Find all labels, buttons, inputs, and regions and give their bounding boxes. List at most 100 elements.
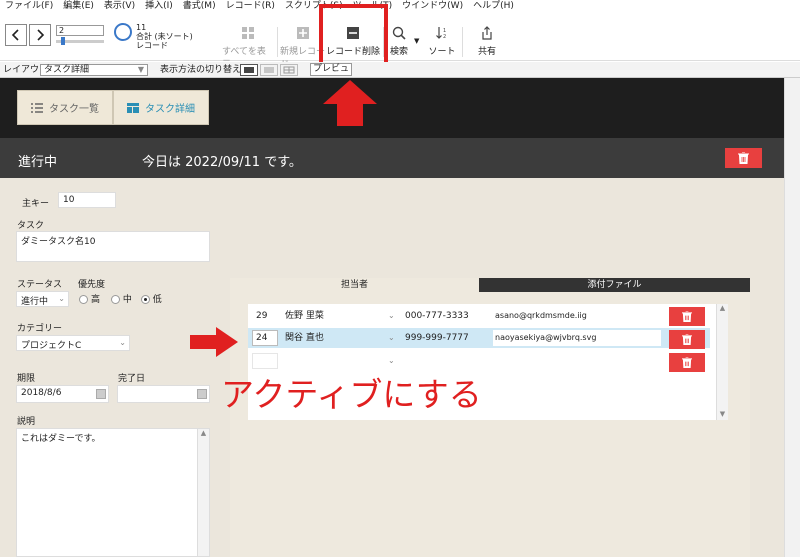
category-dropdown[interactable]: プロジェクトC ⌄	[16, 335, 130, 351]
calendar-icon[interactable]	[197, 389, 207, 399]
assignee-phone[interactable]: 999-999-7777	[405, 328, 469, 348]
menu-format[interactable]: 書式(M)	[178, 0, 221, 13]
tab-attachment[interactable]: 添付ファイル	[479, 278, 750, 292]
priority-low-label: 低	[152, 295, 162, 305]
svg-text:2: 2	[443, 34, 446, 40]
due-date-label: 期限	[17, 374, 36, 384]
trash-icon	[682, 334, 692, 345]
record-sort-status: 合計 (未ソート)	[136, 32, 193, 41]
done-date-field[interactable]	[117, 385, 210, 403]
delete-row-button[interactable]	[669, 330, 705, 349]
window-scrollbar[interactable]	[784, 78, 800, 557]
due-date-value: 2018/8/6	[21, 388, 62, 398]
task-field[interactable]: ダミータスク名10	[16, 231, 210, 262]
assignee-id[interactable]: 29	[256, 306, 267, 326]
assignee-phone[interactable]: 000-777-3333	[405, 306, 469, 326]
assignee-id[interactable]: 24	[256, 328, 267, 348]
record-label: レコード	[136, 41, 168, 50]
task-label: タスク	[17, 221, 45, 231]
table-view-icon	[283, 66, 295, 74]
menu-window[interactable]: ウインドウ(W)	[397, 0, 468, 13]
chevron-down-icon: ▼	[137, 65, 144, 74]
scroll-up-icon[interactable]: ▲	[717, 304, 728, 312]
list-view-button[interactable]	[260, 64, 278, 76]
assignee-id-input[interactable]	[252, 353, 278, 369]
tab-assignee[interactable]: 担当者	[230, 278, 479, 292]
highlight-box	[319, 4, 388, 66]
priority-mid-option[interactable]: 中	[110, 295, 132, 305]
record-slider-handle[interactable]	[61, 37, 65, 45]
delete-row-button[interactable]	[669, 307, 705, 326]
show-all-icon	[240, 25, 256, 41]
next-record-button[interactable]	[29, 24, 51, 46]
radio-selected-icon	[140, 295, 150, 304]
tab-task-list-label: タスク一覧	[49, 104, 99, 115]
share-button[interactable]: 共有	[474, 25, 500, 57]
record-number-field[interactable]: 2	[56, 25, 104, 36]
record-count-info: 11 合計 (未ソート) レコード	[136, 23, 193, 50]
table-row-active[interactable]: 24 関谷 直也 ⌄ 999-999-7777 naoyasekiya@wjvb…	[248, 328, 710, 348]
assignee-email[interactable]: naoyasekiya@wjvbrq.svg	[495, 328, 596, 348]
tab-task-list[interactable]: タスク一覧	[17, 90, 113, 125]
chevron-down-icon: ⌄	[119, 338, 126, 347]
menu-bar: ファイル(F) 編集(E) 表示(V) 挿入(I) 書式(M) レコード(R) …	[0, 0, 800, 13]
menu-edit[interactable]: 編集(E)	[58, 0, 99, 13]
toolbar-divider	[462, 27, 463, 57]
plus-icon	[295, 25, 311, 41]
menu-view[interactable]: 表示(V)	[99, 0, 140, 13]
list-view-icon	[264, 67, 274, 73]
detail-icon	[127, 102, 139, 113]
chevron-left-icon	[11, 29, 19, 41]
today-text: 今日は 2022/09/11 です。	[142, 155, 302, 170]
primary-key-field[interactable]: 10	[58, 192, 116, 208]
share-icon	[479, 25, 495, 41]
description-label: 説明	[17, 417, 36, 427]
menu-file[interactable]: ファイル(F)	[0, 0, 58, 13]
assignee-email[interactable]: asano@qrkdmsmde.iig	[495, 306, 587, 326]
tab-task-detail[interactable]: タスク詳細	[113, 90, 209, 125]
menu-records[interactable]: レコード(R)	[221, 0, 280, 13]
chevron-down-icon[interactable]: ⌄	[388, 328, 395, 348]
find-button[interactable]: 検索	[386, 25, 412, 57]
delete-record-header-button[interactable]	[725, 148, 762, 168]
scroll-down-icon[interactable]: ▼	[717, 410, 728, 418]
radio-icon	[79, 295, 88, 304]
status-heading: 進行中	[18, 155, 58, 170]
priority-high-option[interactable]: 高	[79, 295, 100, 305]
menu-help[interactable]: ヘルプ(H)	[468, 0, 519, 13]
annotation-up-arrow	[323, 80, 377, 126]
calendar-icon[interactable]	[96, 389, 106, 399]
layout-bar: レイアウト: タスク詳細 ▼ 表示方法の切り替え: プレビュー	[0, 62, 800, 85]
due-date-field[interactable]: 2018/8/6	[16, 385, 109, 403]
chevron-down-icon[interactable]: ⌄	[388, 306, 395, 326]
table-view-button[interactable]	[280, 64, 298, 76]
portal-scrollbar[interactable]: ▲ ▼	[716, 304, 728, 420]
prev-record-button[interactable]	[5, 24, 27, 46]
primary-key-label: 主キー	[22, 199, 50, 209]
layout-header-band: タスク一覧 タスク詳細	[0, 78, 784, 138]
tab-task-detail-label: タスク詳細	[145, 104, 195, 115]
preview-button[interactable]: プレビュー	[310, 63, 352, 85]
chevron-down-icon: ⌄	[58, 294, 65, 303]
form-view-icon	[244, 67, 254, 73]
assignee-name[interactable]: 関谷 直也	[285, 328, 395, 348]
status-dropdown[interactable]: 進行中 ⌄	[16, 291, 69, 307]
description-field[interactable]: これはダミーです。 ▲	[16, 428, 210, 557]
priority-mid-label: 中	[122, 295, 132, 305]
annotation-text: アクティブにする	[221, 375, 482, 414]
record-pie-icon	[114, 23, 132, 41]
scroll-up-icon[interactable]: ▲	[198, 429, 209, 437]
assignee-name[interactable]: 佐野 里菜	[285, 306, 395, 326]
toolbar-divider	[277, 27, 278, 57]
find-dropdown-icon[interactable]: ▼	[414, 37, 419, 45]
delete-row-button[interactable]	[669, 353, 705, 372]
status-dropdown-value: 進行中	[21, 297, 49, 307]
layout-select[interactable]: タスク詳細 ▼	[40, 64, 148, 76]
table-row[interactable]: 29 佐野 里菜 ⌄ 000-777-3333 asano@qrkdmsmde.…	[248, 306, 710, 326]
menu-insert[interactable]: 挿入(I)	[140, 0, 178, 13]
sort-button[interactable]: 12 ソート	[428, 25, 456, 57]
priority-low-option[interactable]: 低	[140, 295, 162, 305]
description-scrollbar[interactable]: ▲	[197, 429, 209, 556]
form-view-button[interactable]	[240, 64, 258, 76]
layout-select-value: タスク詳細	[44, 65, 90, 75]
